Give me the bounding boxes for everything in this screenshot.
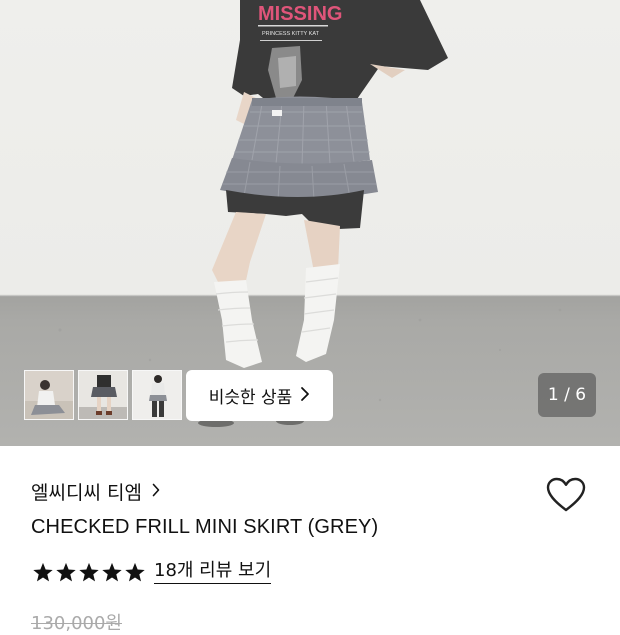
- product-image[interactable]: MISSING PRINCESS KITTY KAT 비슷한 상품 1 / 6: [0, 0, 620, 446]
- thumbnail-1-image: [25, 371, 73, 419]
- thumbnail-3[interactable]: [132, 370, 182, 420]
- brand-link[interactable]: 엘씨디씨 티엠: [31, 478, 160, 505]
- rating-row: 18개 리뷰 보기: [32, 560, 272, 584]
- product-title: CHECKED FRILL MINI SKIRT (GREY): [31, 516, 379, 538]
- star-icon: [79, 562, 99, 581]
- star-icon: [56, 562, 76, 581]
- original-price: 130,000원: [31, 613, 122, 634]
- wishlist-heart-icon[interactable]: [546, 477, 586, 517]
- chevron-right-icon: [300, 386, 310, 406]
- similar-products-button[interactable]: 비슷한 상품: [186, 370, 333, 421]
- star-icon: [125, 562, 145, 581]
- print-subline: PRINCESS KITTY KAT: [262, 31, 320, 37]
- chevron-right-icon: [152, 482, 160, 502]
- review-link[interactable]: 18개 리뷰 보기: [154, 560, 272, 584]
- star-icon: [102, 562, 122, 581]
- brand-name: 엘씨디씨 티엠: [31, 482, 142, 504]
- star-rating: [32, 562, 146, 583]
- star-icon: [33, 562, 53, 581]
- thumbnail-1[interactable]: [24, 370, 74, 420]
- thumbnail-2-image: [79, 371, 127, 419]
- thumbnail-3-image: [133, 371, 181, 419]
- thumbnail-2[interactable]: [78, 370, 128, 420]
- similar-products-label: 비슷한 상품: [208, 388, 293, 408]
- print-headline: MISSING: [258, 3, 342, 25]
- thumbnail-strip: [24, 370, 182, 420]
- image-counter: 1 / 6: [538, 373, 596, 417]
